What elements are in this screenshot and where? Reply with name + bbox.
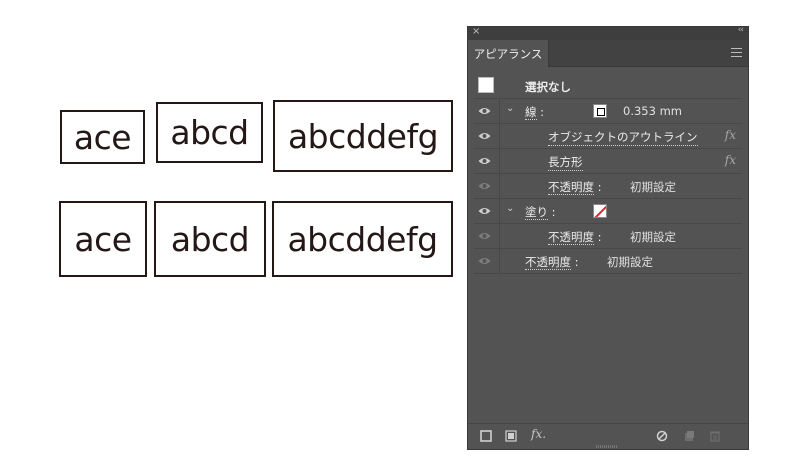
box-text: abcddefg (287, 219, 438, 259)
box-text: abcddefg (287, 116, 439, 156)
close-icon[interactable]: × (472, 26, 480, 37)
fill-opacity-value: 初期設定 (630, 230, 676, 244)
selection-thumbnail (478, 77, 494, 93)
selection-label: 選択なし (525, 80, 571, 94)
object-opacity-label[interactable]: 不透明度 : (525, 254, 579, 270)
stroke-opacity-value: 初期設定 (630, 180, 676, 194)
stroke-color-swatch[interactable] (593, 104, 607, 118)
outline-effect-label[interactable]: オブジェクトのアウトライン (548, 129, 698, 146)
stroke-row[interactable]: ⌄ 線 : 0.353 mm (474, 99, 742, 124)
eye-icon[interactable] (478, 157, 491, 165)
box-text: abcd (170, 219, 250, 259)
panel-tabbar: アピアランス (468, 40, 748, 67)
fill-label[interactable]: 塗り : (525, 204, 556, 220)
panel-titlebar: × ‹‹ (468, 25, 748, 40)
canvas-text-box[interactable]: abcd (156, 102, 263, 163)
trash-icon[interactable] (709, 430, 721, 442)
fx-icon[interactable]: fx (725, 153, 736, 167)
add-stroke-icon[interactable] (480, 430, 492, 442)
eye-icon[interactable] (478, 207, 491, 215)
canvas-text-box[interactable]: abcddefg (272, 201, 453, 277)
clear-appearance-icon[interactable] (656, 430, 668, 442)
duplicate-item-icon[interactable] (683, 430, 695, 442)
eye-icon[interactable] (478, 182, 491, 190)
stroke-opacity-label[interactable]: 不透明度 : (548, 179, 602, 195)
tab-appearance[interactable]: アピアランス (468, 40, 549, 67)
object-opacity-row[interactable]: 不透明度 : 初期設定 (474, 249, 742, 274)
add-fill-icon[interactable] (505, 430, 517, 442)
eye-icon[interactable] (478, 257, 491, 265)
add-effect-icon[interactable]: fx. (531, 427, 546, 441)
eye-icon[interactable] (478, 132, 491, 140)
canvas-text-box[interactable]: ace (60, 110, 145, 164)
panel-menu-icon[interactable] (731, 48, 742, 57)
selection-row[interactable]: 選択なし (474, 74, 742, 99)
panel-bottom-toolbar: fx. (468, 423, 748, 449)
outline-effect-row[interactable]: オブジェクトのアウトライン fx (474, 124, 742, 149)
chevron-down-icon[interactable]: ⌄ (506, 103, 514, 114)
eye-icon[interactable] (478, 232, 491, 240)
stroke-opacity-row[interactable]: 不透明度 : 初期設定 (474, 174, 742, 199)
rectangle-effect-label[interactable]: 長方形 (548, 154, 583, 171)
resize-grip[interactable] (596, 445, 618, 448)
box-text: abcd (170, 113, 249, 152)
stroke-weight-value[interactable]: 0.353 mm (623, 104, 682, 118)
collapse-icon[interactable]: ‹‹ (738, 25, 744, 35)
fill-row[interactable]: ⌄ 塗り : (474, 199, 742, 224)
canvas-text-box[interactable]: ace (59, 201, 147, 277)
rectangle-effect-row[interactable]: 長方形 fx (474, 149, 742, 174)
fill-opacity-row[interactable]: 不透明度 : 初期設定 (474, 224, 742, 249)
appearance-panel: × ‹‹ アピアランス 選択なし ⌄ 線 : 0.353 mm オブジェクトのア… (467, 25, 749, 450)
box-text: ace (74, 219, 132, 259)
eye-icon[interactable] (478, 107, 491, 115)
object-opacity-value: 初期設定 (607, 255, 653, 269)
canvas-text-box[interactable]: abcd (154, 201, 266, 277)
canvas-text-box[interactable]: abcddefg (273, 100, 453, 172)
box-text: ace (73, 117, 132, 157)
fx-icon[interactable]: fx (725, 128, 736, 142)
fill-none-swatch[interactable] (593, 204, 607, 218)
stroke-label[interactable]: 線 : (525, 104, 544, 120)
fill-opacity-label[interactable]: 不透明度 : (548, 229, 602, 245)
chevron-down-icon[interactable]: ⌄ (506, 203, 514, 214)
